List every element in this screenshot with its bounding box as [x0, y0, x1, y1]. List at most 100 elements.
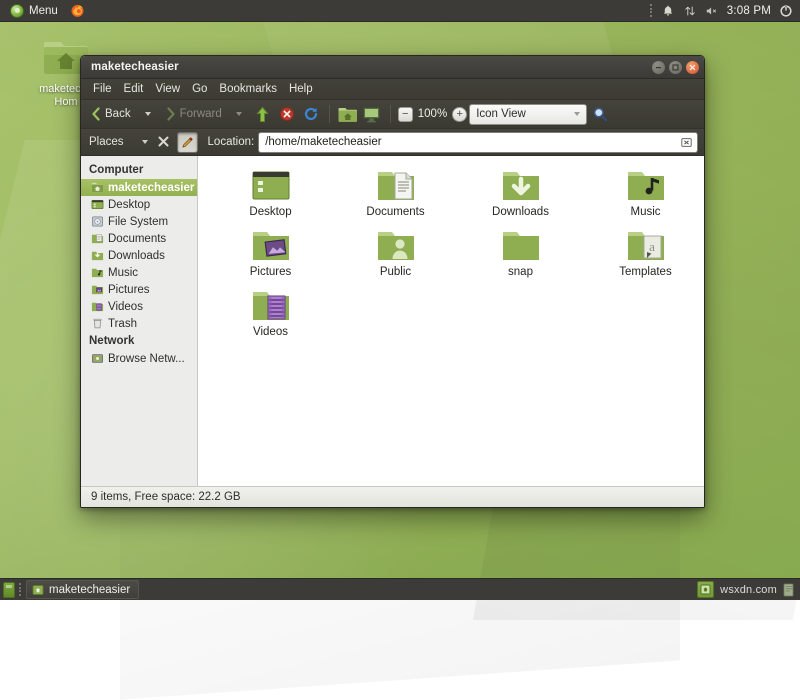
file-label: Pictures [250, 266, 292, 278]
videos-folder-icon [91, 300, 104, 313]
sidebar-item-label: maketecheasier [108, 182, 194, 194]
file-item[interactable]: snap [458, 226, 583, 286]
window-icon [32, 584, 44, 596]
window-titlebar[interactable]: maketecheasier [81, 56, 704, 79]
documents-folder-icon [91, 232, 104, 245]
sidebar-item-label: Documents [108, 233, 166, 245]
close-button[interactable] [686, 61, 699, 74]
forward-button[interactable]: Forward [161, 102, 226, 126]
view-mode-select[interactable]: Icon View [469, 104, 587, 125]
sidebar-item-file-system[interactable]: File System [81, 213, 197, 230]
file-item[interactable]: Desktop [208, 166, 333, 226]
file-manager-window: maketecheasier File Edit View Go Bookmar… [80, 55, 705, 508]
sidebar-header-computer: Computer [81, 161, 197, 179]
network-updown-icon[interactable] [683, 4, 697, 18]
chevron-right-icon [165, 107, 177, 121]
file-item[interactable]: Public [333, 226, 458, 286]
navigation-toolbar: Back Forward [81, 100, 704, 129]
back-label: Back [105, 108, 131, 120]
top-panel-left: Menu [0, 1, 91, 21]
window-body: Computer maketecheasier Desktop [81, 156, 704, 486]
back-dropdown-button[interactable] [137, 103, 159, 125]
file-item[interactable]: Documents [333, 166, 458, 226]
stop-button[interactable] [276, 103, 298, 125]
drive-icon [91, 215, 104, 228]
music-folder-icon [625, 168, 667, 204]
file-item[interactable]: Pictures [208, 226, 333, 286]
forward-label: Forward [180, 108, 222, 120]
zoom-in-button[interactable]: + [452, 107, 467, 122]
sidebar-item-videos[interactable]: Videos [81, 298, 197, 315]
menu-item-go[interactable]: Go [186, 80, 213, 99]
file-label: Videos [253, 326, 288, 338]
firefox-launcher[interactable] [64, 1, 91, 21]
documents-folder-icon [375, 168, 417, 204]
sidebar-item-pictures[interactable]: Pictures [81, 281, 197, 298]
bell-icon[interactable] [661, 4, 675, 18]
window-title: maketecheasier [91, 61, 179, 73]
menu-button[interactable]: Menu [4, 1, 64, 21]
search-button[interactable] [589, 103, 611, 125]
file-item[interactable]: Videos [208, 286, 333, 346]
file-label: snap [508, 266, 533, 278]
file-view[interactable]: Desktop Documents [198, 156, 704, 486]
menu-item-help[interactable]: Help [283, 80, 319, 99]
sidebar-item-label: Trash [108, 318, 137, 330]
file-label: Downloads [492, 206, 549, 218]
stop-icon [279, 106, 295, 122]
task-button-maketecheasier[interactable]: maketecheasier [26, 580, 139, 599]
menu-item-edit[interactable]: Edit [118, 80, 150, 99]
volume-muted-icon[interactable] [705, 4, 719, 18]
menu-item-file[interactable]: File [87, 80, 118, 99]
task-button-label: maketecheasier [49, 584, 130, 596]
menu-item-view[interactable]: View [149, 80, 186, 99]
sidebar-item-label: Downloads [108, 250, 165, 262]
sidebar-item-desktop[interactable]: Desktop [81, 196, 197, 213]
reload-button[interactable] [300, 103, 322, 125]
minimize-button[interactable] [652, 61, 665, 74]
sidebar-item-maketecheasier[interactable]: maketecheasier [81, 179, 197, 196]
music-folder-icon [91, 266, 104, 279]
forward-dropdown-button[interactable] [228, 103, 250, 125]
network-browse-icon [91, 352, 104, 365]
location-input[interactable]: /home/maketecheasier [258, 132, 698, 153]
videos-folder-icon [250, 288, 292, 324]
up-button[interactable] [252, 103, 274, 125]
tray-handle-icon[interactable] [650, 4, 653, 17]
places-selector[interactable]: Places [87, 136, 150, 148]
file-label: Templates [619, 266, 671, 278]
clock[interactable]: 3:08 PM [727, 5, 771, 17]
sidebar-item-documents[interactable]: Documents [81, 230, 197, 247]
system-tray: 3:08 PM [650, 4, 800, 18]
clear-icon[interactable] [680, 136, 693, 149]
sidebar-item-label: Pictures [108, 284, 150, 296]
sidebar-item-trash[interactable]: Trash [81, 315, 197, 332]
power-settings-icon[interactable] [779, 4, 793, 18]
taskbar-grip[interactable] [19, 583, 22, 596]
sidebar-item-downloads[interactable]: Downloads [81, 247, 197, 264]
window-controls [652, 61, 699, 74]
window-list-icon[interactable] [697, 581, 714, 598]
home-button[interactable] [337, 103, 359, 125]
taskbar-right: wsxdn.com [697, 581, 800, 598]
sidebar-item-music[interactable]: Music [81, 264, 197, 281]
file-item[interactable]: Downloads [458, 166, 583, 226]
back-button[interactable]: Back [86, 102, 135, 126]
icon-grid: Desktop Documents [208, 166, 698, 346]
menu-item-bookmarks[interactable]: Bookmarks [213, 80, 283, 99]
toolbar-separator [329, 105, 330, 123]
edit-location-toggle[interactable] [177, 132, 198, 153]
show-desktop-icon[interactable] [3, 582, 15, 598]
svg-text:a: a [649, 239, 655, 254]
toolbar-separator [390, 105, 391, 123]
start-orb-icon [10, 4, 24, 18]
file-item[interactable]: a Templates [583, 226, 705, 286]
places-label: Places [89, 136, 124, 148]
zoom-out-button[interactable]: − [398, 107, 413, 122]
maximize-button[interactable] [669, 61, 682, 74]
file-item[interactable]: Music [583, 166, 705, 226]
close-pane-button[interactable] [154, 136, 173, 149]
sidebar-item-browse-network[interactable]: Browse Netw... [81, 350, 197, 367]
status-bar: 9 items, Free space: 22.2 GB [81, 486, 704, 507]
computer-button[interactable] [361, 103, 383, 125]
